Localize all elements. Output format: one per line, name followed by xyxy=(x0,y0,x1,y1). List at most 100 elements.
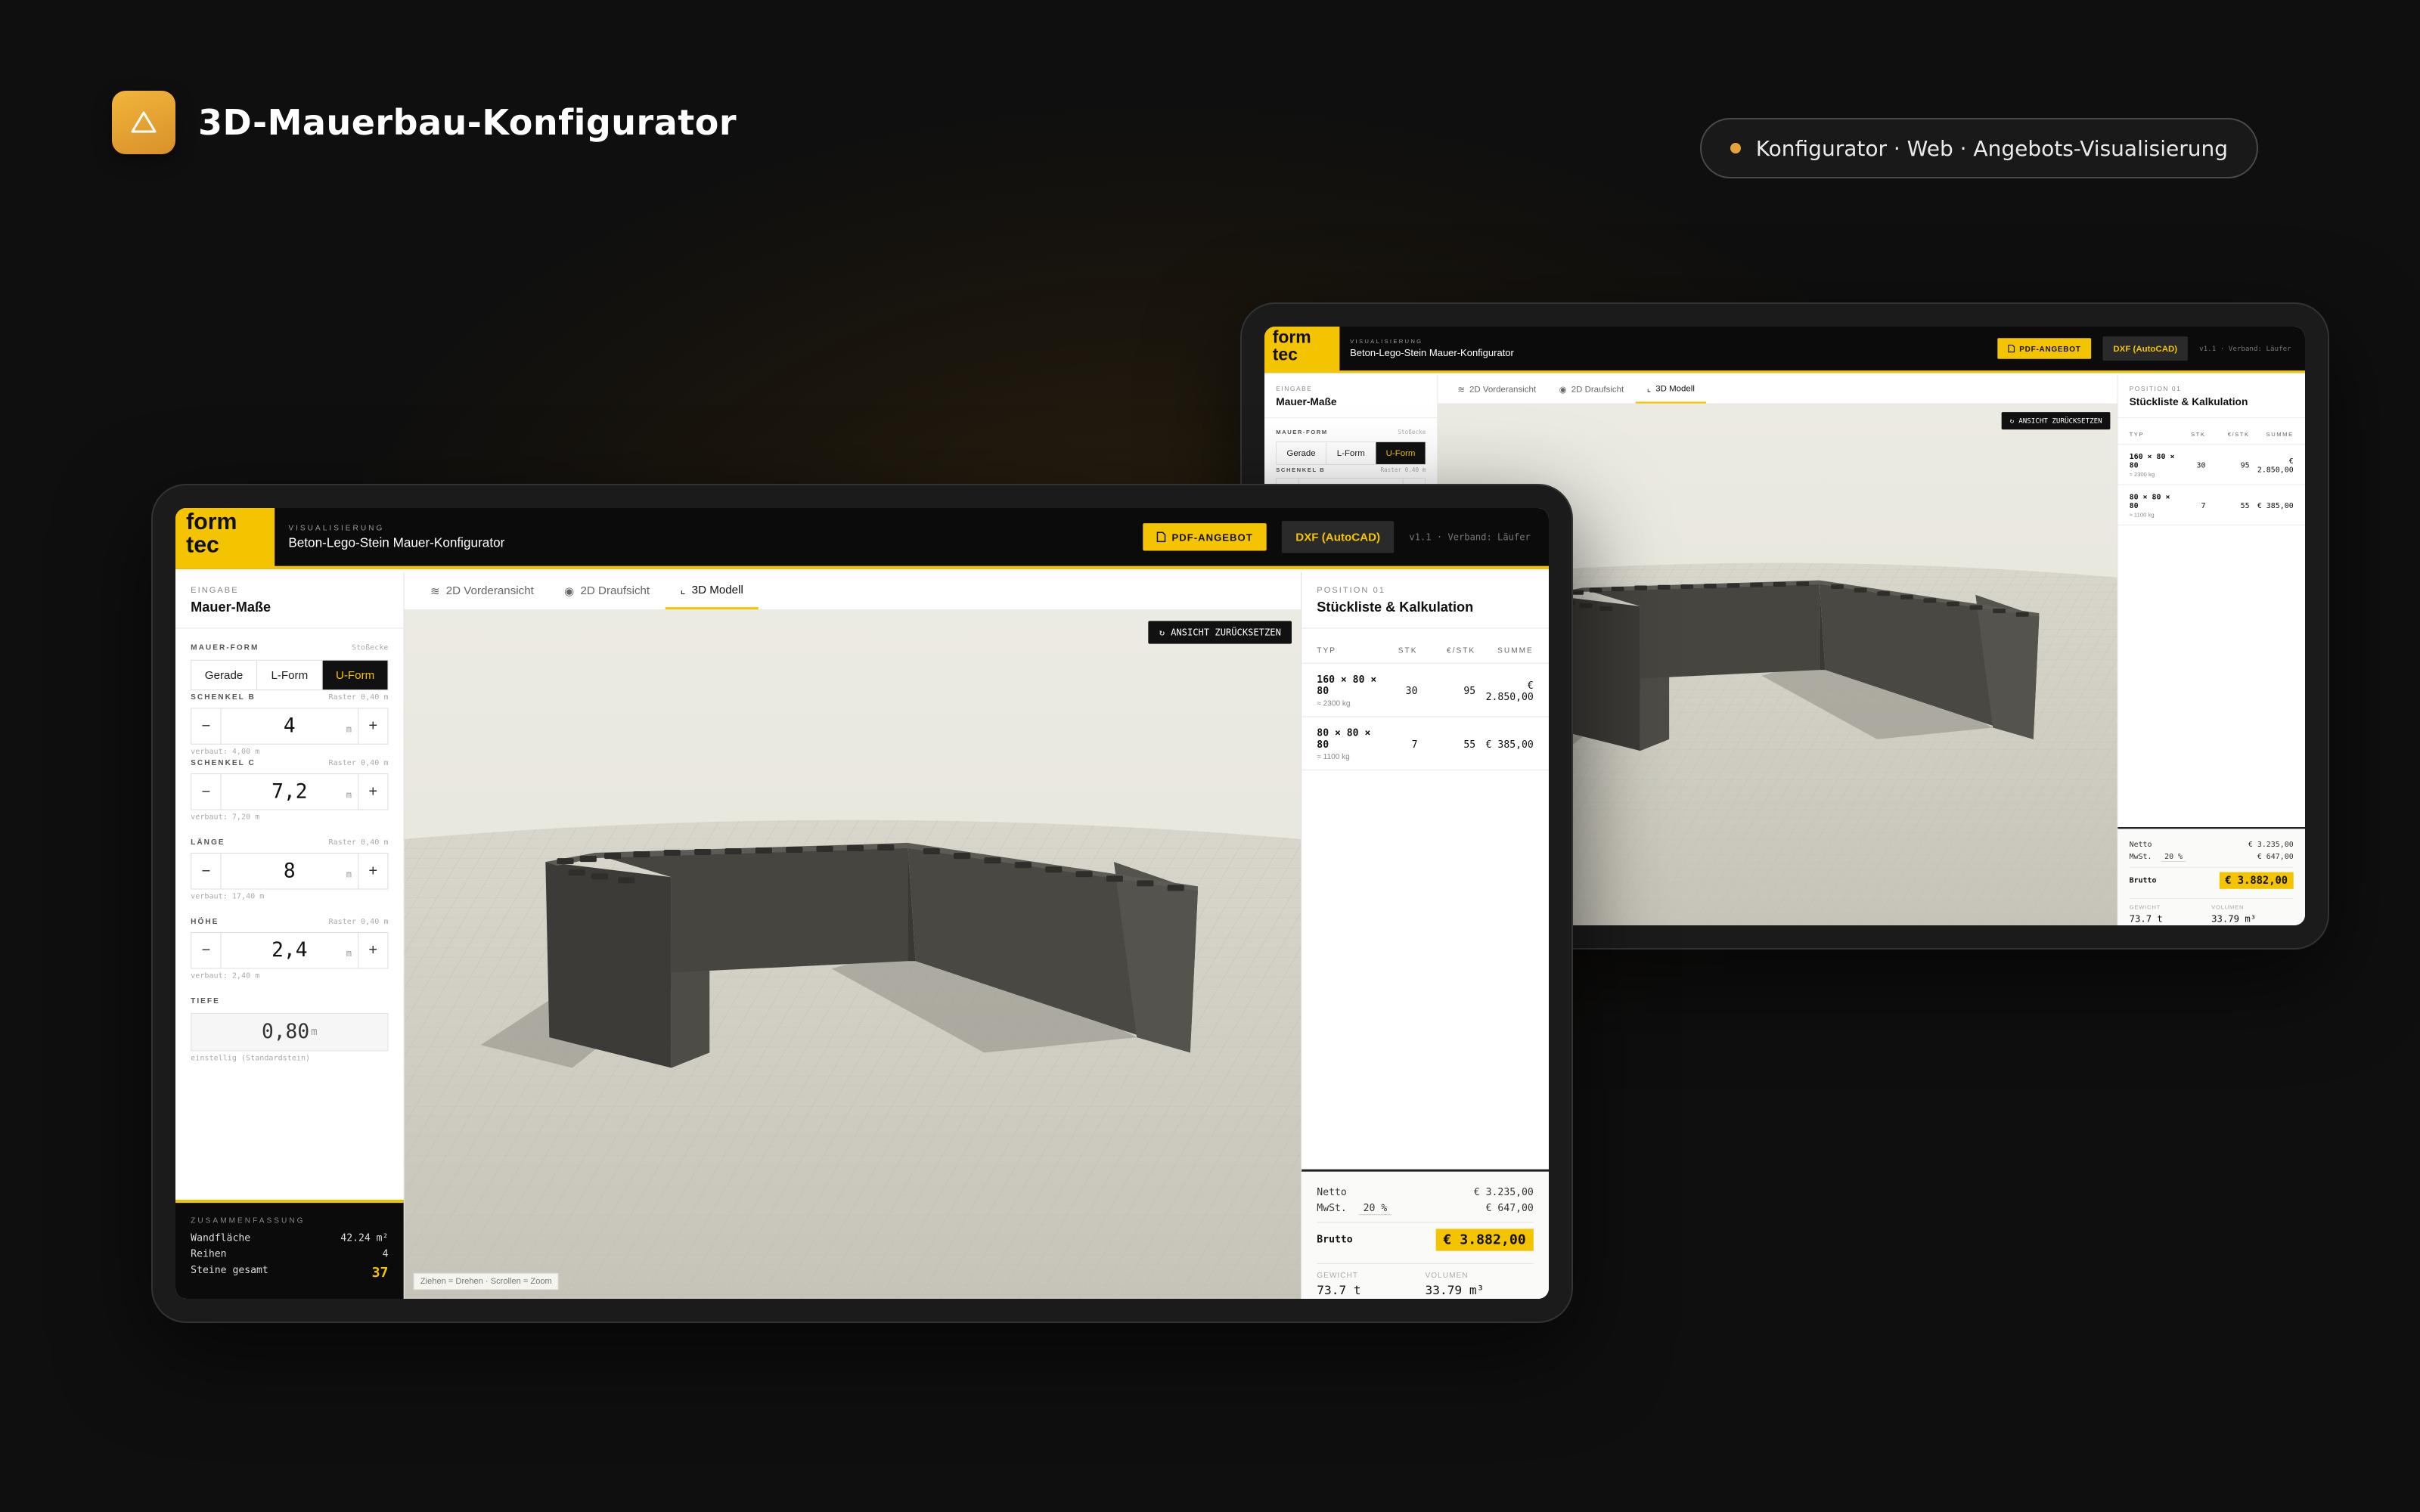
schenkel-b-unit: m xyxy=(346,723,352,735)
bom-table-header: TYP STK €/STK SUMME xyxy=(2118,418,2305,445)
input-title: Mauer-Maße xyxy=(1276,395,1337,408)
laenge-unit: m xyxy=(346,869,352,880)
mwst-rate[interactable]: 20 % xyxy=(1358,1202,1392,1216)
topbar-kicker: VISUALISIERUNG xyxy=(1350,338,1423,345)
tiefe-readonly: 0,80m xyxy=(191,1012,389,1052)
layers-icon: ≋ xyxy=(430,584,440,598)
document-icon xyxy=(1156,531,1166,543)
app-topbar: form tec VISUALISIERUNG Beton-Lego-Stein … xyxy=(175,508,1549,569)
pdf-offer-button[interactable]: PDF-ANGEBOT xyxy=(1997,338,2092,359)
3d-scene xyxy=(404,610,1302,1299)
dxf-export-button[interactable]: DXF (AutoCAD) xyxy=(1282,521,1395,553)
shape-option-gerade[interactable]: Gerade xyxy=(1277,442,1326,464)
summary-kicker: ZUSAMMENFASSUNG xyxy=(191,1216,306,1225)
schenkel-b-value: 4 xyxy=(283,714,296,738)
table-row: 80 × 80 × 80 ≈ 1100 kg 7 55 € 385,00 xyxy=(1302,717,1549,771)
tab-front-view[interactable]: ≋ 2D Vorderansicht xyxy=(1446,375,1547,403)
pdf-offer-label: PDF-ANGEBOT xyxy=(2019,344,2081,353)
schenkel-b-built: verbaut: 4,00 m xyxy=(191,747,260,756)
schenkel-b-increment-button[interactable]: + xyxy=(358,708,387,743)
bom-panel: POSITION 01 Stückliste & Kalkulation TYP… xyxy=(2117,375,2305,925)
hoehe-increment-button[interactable]: + xyxy=(358,933,387,968)
layers-icon: ≋ xyxy=(1457,384,1465,395)
mwst-rate[interactable]: 20 % xyxy=(2161,852,2186,862)
axes-icon: ⌞ xyxy=(680,583,686,597)
page-title: 3D-Mauerbau-Konfigurator xyxy=(198,102,737,143)
topbar-kicker: VISUALISIERUNG xyxy=(288,523,385,532)
eye-icon: ◉ xyxy=(564,584,575,598)
schenkel-c-built: verbaut: 7,20 m xyxy=(191,813,260,822)
shape-option-l-form[interactable]: L-Form xyxy=(257,660,323,690)
hoehe-value: 2,4 xyxy=(271,939,308,962)
rotate-icon: ↻ xyxy=(1159,627,1165,638)
shape-option-gerade[interactable]: Gerade xyxy=(191,660,257,690)
input-title: Mauer-Maße xyxy=(191,600,271,615)
schenkel-c-stepper: − 7,2 m + xyxy=(191,773,389,810)
schenkel-c-hint: Raster 0,40 m xyxy=(328,758,389,768)
schenkel-b-hint: Raster 0,40 m xyxy=(328,693,389,702)
laenge-input[interactable]: 8m xyxy=(220,854,359,889)
laenge-increment-button[interactable]: + xyxy=(358,854,387,888)
bom-panel: POSITION 01 Stückliste & Kalkulation TYP… xyxy=(1301,572,1549,1299)
app-topbar: form tec VISUALISIERUNG Beton-Lego-Stein … xyxy=(1264,327,2305,373)
dot-icon xyxy=(1730,143,1741,153)
view-tabs: ≋ 2D Vorderansicht ◉ 2D Draufsicht ⌞ 3D Mod… xyxy=(1438,375,2118,404)
hoehe-built: verbaut: 2,40 m xyxy=(191,971,260,981)
position-kicker: POSITION 01 xyxy=(2129,385,2182,393)
viewer-panel: ≋ 2D Vorderansicht ◉ 2D Draufsicht ⌞ 3D Mod… xyxy=(404,572,1302,1299)
shape-label: MAUER-FORM xyxy=(1276,429,1328,436)
schenkel-c-input[interactable]: 7,2 m xyxy=(220,774,359,810)
shape-option-u-form[interactable]: U-Form xyxy=(322,660,388,690)
rotate-icon: ↻ xyxy=(2009,417,2015,425)
tab-top-view[interactable]: ◉ 2D Draufsicht xyxy=(549,572,665,609)
tab-top-view[interactable]: ◉ 2D Draufsicht xyxy=(1547,375,1635,403)
schenkel-c-unit: m xyxy=(346,789,352,801)
brutto-row: Brutto € 3.882,00 xyxy=(2129,866,2294,889)
tagline-pill: Konfigurator · Web · Angebots-Visualisie… xyxy=(1699,118,2258,178)
schenkel-b-label: SCHENKEL B xyxy=(191,693,256,702)
axes-icon: ⌞ xyxy=(1646,383,1652,394)
input-panel: EINGABE Mauer-Maße MAUER-FORM Stoßecke Ge… xyxy=(175,572,405,1299)
version-label: v1.1 · Verband: Läufer xyxy=(2199,344,2291,353)
hoehe-input[interactable]: 2,4 m xyxy=(220,932,359,968)
shape-option-u-form[interactable]: U-Form xyxy=(1376,442,1426,464)
totals-panel: Netto € 3.235,00 MwSt. 20 % € 647,00 Brutt… xyxy=(1302,1169,1549,1299)
app-title: Beton-Lego-Stein Mauer-Konfigurator xyxy=(288,534,505,550)
schenkel-c-decrement-button[interactable]: − xyxy=(191,774,220,809)
weight-value: 73.7 t xyxy=(1317,1282,1361,1297)
hoehe-decrement-button[interactable]: − xyxy=(191,933,220,968)
table-row: 160 × 80 × 80 ≈ 2300 kg 30 95 € 2.850,00 xyxy=(2118,445,2305,485)
brutto-value: € 3.882,00 xyxy=(1435,1228,1534,1251)
schenkel-b-input[interactable]: 4m xyxy=(220,708,359,744)
hoehe-label: HÖHE xyxy=(191,917,219,926)
laenge-decrement-button[interactable]: − xyxy=(191,854,220,888)
tab-front-view[interactable]: ≋ 2D Vorderansicht xyxy=(415,572,549,609)
schenkel-c-value: 7,2 xyxy=(271,780,308,804)
page-brand: 3D-Mauerbau-Konfigurator xyxy=(112,91,737,154)
dxf-export-button[interactable]: DXF (AutoCAD) xyxy=(2102,336,2188,361)
shape-option-l-form[interactable]: L-Form xyxy=(1326,442,1376,464)
summary-panel: ZUSAMMENFASSUNG Wandfläche42.24 m² Reihe… xyxy=(175,1199,404,1299)
pdf-offer-button[interactable]: PDF-ANGEBOT xyxy=(1143,523,1267,551)
schenkel-b-hint: Raster 0,40 m xyxy=(1380,466,1426,474)
3d-viewport[interactable]: ↻ANSICHT ZURÜCKSETZEN Ziehen = Drehen · … xyxy=(404,610,1302,1299)
hoehe-hint: Raster 0,40 m xyxy=(328,917,389,926)
summary-row-steine: Steine gesamt37 xyxy=(191,1264,389,1281)
totals-panel: Netto € 3.235,00 MwSt. 20 % € 647,00 Brutt… xyxy=(2118,827,2305,925)
tiefe-unit: m xyxy=(311,1026,318,1039)
triangle-logo-icon xyxy=(112,91,175,154)
reset-view-button[interactable]: ↻ ANSICHT ZURÜCKSETZEN xyxy=(1148,621,1292,644)
tab-3d-model[interactable]: ⌞ 3D Modell xyxy=(1635,375,1707,404)
brutto-row: Brutto € 3.882,00 xyxy=(1317,1222,1534,1251)
schenkel-c-increment-button[interactable]: + xyxy=(358,774,387,809)
shape-selector: Gerade L-Form U-Form xyxy=(191,659,389,691)
reset-view-button[interactable]: ↻ ANSICHT ZURÜCKSETZEN xyxy=(2001,412,2111,430)
schenkel-b-decrement-button[interactable]: − xyxy=(191,708,220,743)
hoehe-unit: m xyxy=(346,948,352,959)
summary-row-reihen: Reihen4 xyxy=(191,1248,389,1260)
version-label: v1.1 · Verband: Läufer xyxy=(1409,531,1531,543)
app-logo: form tec xyxy=(1264,327,1340,372)
brutto-value: € 3.882,00 xyxy=(2219,872,2294,889)
volume-value: 33.79 m³ xyxy=(1425,1282,1485,1297)
tab-3d-model[interactable]: ⌞ 3D Modell xyxy=(665,572,759,610)
